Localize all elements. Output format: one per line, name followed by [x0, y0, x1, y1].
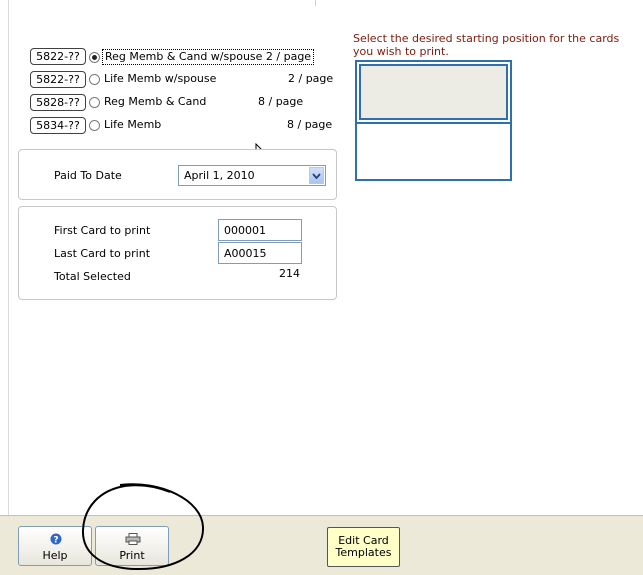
card-position-cell[interactable] [359, 64, 508, 120]
card-type-label[interactable]: Life Memb w/spouse [104, 72, 216, 86]
per-page-count: 2 / page [288, 72, 334, 85]
paid-to-date-dropdown[interactable]: April 1, 2010 [178, 165, 326, 186]
card-position-grid [355, 60, 512, 181]
total-selected-label: Total Selected [54, 270, 131, 283]
card-type-label[interactable]: Reg Memb & Cand [104, 95, 206, 109]
paid-to-date-label: Paid To Date [54, 169, 122, 182]
card-code-tag[interactable]: 5828-?? [30, 94, 86, 111]
help-button-label: Help [42, 549, 68, 562]
printer-icon [125, 533, 141, 545]
last-card-input[interactable]: A00015 [218, 242, 302, 264]
starting-position-instruction: Select the desired starting position for… [353, 32, 620, 58]
card-code-tag[interactable]: 5834-?? [30, 117, 86, 134]
card-code-tag[interactable]: 5822-?? [30, 71, 86, 88]
last-card-label: Last Card to print [54, 247, 151, 260]
card-type-radio[interactable] [89, 74, 100, 85]
svg-text:?: ? [53, 536, 58, 546]
chevron-down-icon[interactable] [309, 167, 324, 184]
per-page-count: 8 / page [287, 118, 333, 131]
help-icon: ? [50, 533, 62, 545]
card-type-label[interactable]: Reg Memb & Cand w/spouse 2 / page [102, 49, 315, 65]
card-code-tag[interactable]: 5822-?? [30, 48, 86, 65]
left-border [0, 0, 9, 515]
total-selected-value: 214 [279, 267, 300, 280]
card-type-radio[interactable] [89, 52, 100, 63]
help-button[interactable]: ? Help [18, 526, 92, 566]
last-card-value: A00015 [224, 247, 267, 260]
print-button-label: Print [119, 549, 145, 562]
card-type-radio[interactable] [89, 120, 100, 131]
edit-templates-line-2: Templates [335, 546, 392, 559]
first-card-value: 000001 [224, 224, 266, 237]
card-type-label[interactable]: Life Memb [104, 118, 161, 132]
edit-card-templates-button[interactable]: Edit Card Templates [327, 527, 400, 567]
per-page-count: 8 / page [258, 95, 304, 108]
card-position-cell[interactable] [357, 124, 510, 179]
print-button[interactable]: Print [95, 526, 169, 566]
top-divider [315, 0, 316, 6]
paid-to-date-value: April 1, 2010 [184, 169, 255, 182]
first-card-label: First Card to print [54, 224, 151, 237]
card-type-radio[interactable] [89, 97, 100, 108]
first-card-input[interactable]: 000001 [218, 219, 302, 241]
